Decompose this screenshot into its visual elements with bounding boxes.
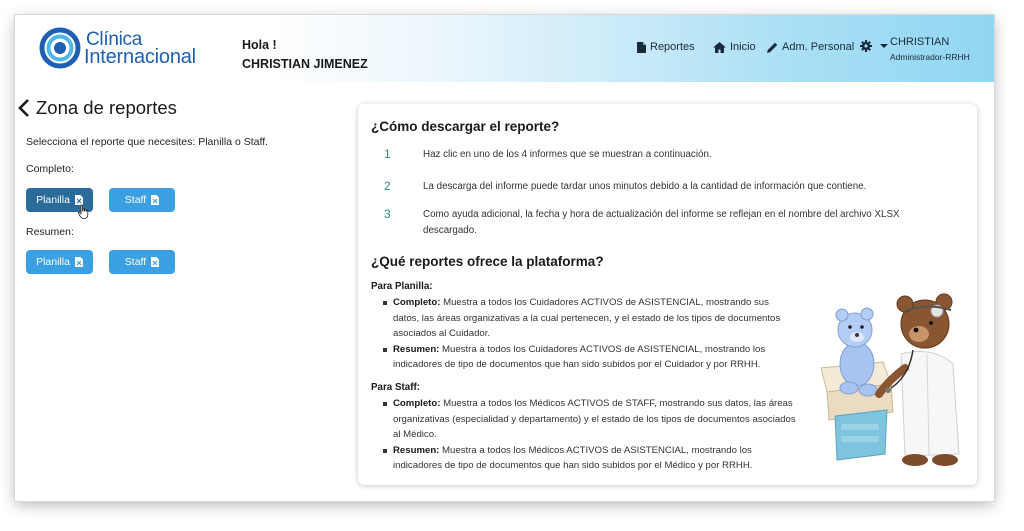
step-text: La descarga del informe puede tardar uno… xyxy=(423,181,867,192)
file-icon xyxy=(637,41,646,53)
chevron-down-icon xyxy=(880,44,888,48)
staff-list: Completo: Muestra a todos los Médicos AC… xyxy=(382,396,797,474)
step-number: 2 xyxy=(384,179,391,193)
completo-staff-button[interactable]: Staff xyxy=(109,188,175,212)
list-item: Completo: Muestra a todos los Cuidadores… xyxy=(382,295,797,342)
top-header: Clínica Internacional Hola ! CHRISTIAN J… xyxy=(15,15,994,82)
nav-reportes[interactable]: Reportes xyxy=(637,41,695,53)
item-label: Completo: xyxy=(393,398,441,409)
back-link[interactable]: Zona de reportes xyxy=(18,97,177,119)
page-title: Zona de reportes xyxy=(36,97,177,118)
item-label: Resumen: xyxy=(393,343,440,355)
reports-offered-heading: ¿Qué reportes ofrece la plataforma? xyxy=(371,254,604,269)
staff-section-title: Para Staff: xyxy=(371,382,420,393)
home-icon xyxy=(713,41,726,53)
logo-ring-icon xyxy=(39,27,81,69)
item-text: Muestra a todos los Cuidadores ACTIVOS d… xyxy=(393,343,766,371)
item-label: Resumen: xyxy=(393,444,440,456)
nav-reportes-label: Reportes xyxy=(650,41,695,53)
completo-planilla-label: Planilla xyxy=(36,194,70,206)
excel-file-icon xyxy=(151,195,160,205)
user-full-name: CHRISTIAN JIMENEZ xyxy=(242,57,368,71)
resumen-planilla-button[interactable]: Planilla xyxy=(26,250,93,274)
user-name[interactable]: CHRISTIAN xyxy=(890,36,949,48)
resumen-staff-label: Staff xyxy=(124,256,147,268)
info-card: ¿Cómo descargar el reporte? 1 Haz clic e… xyxy=(358,104,977,485)
page-subtitle: Selecciona el reporte que necesites: Pla… xyxy=(26,136,269,148)
step-item: 3 Como ayuda adicional, la fecha y hora … xyxy=(371,207,931,239)
nav-adm-personal-label: Adm. Personal xyxy=(782,41,855,53)
resumen-staff-button[interactable]: Staff xyxy=(109,250,175,274)
list-item: Completo: Muestra a todos los Médicos AC… xyxy=(382,396,797,443)
item-text: Muestra a todos los Médicos ACTIVOS de A… xyxy=(393,444,753,472)
completo-label: Completo: xyxy=(26,163,74,175)
clinica-internacional-logo[interactable]: Clínica Internacional xyxy=(39,24,209,74)
completo-staff-label: Staff xyxy=(124,194,147,206)
list-item: Resumen: Muestra a todos los Cuidadores … xyxy=(382,342,797,373)
step-text: Haz clic en uno de los 4 informes que se… xyxy=(423,149,712,160)
back-chevron-icon xyxy=(18,99,29,117)
logo-line2: Internacional xyxy=(84,46,196,68)
resumen-planilla-label: Planilla xyxy=(36,256,70,268)
nav-adm-personal[interactable]: Adm. Personal xyxy=(767,41,854,53)
settings-menu[interactable] xyxy=(860,40,892,52)
nav-inicio[interactable]: Inicio xyxy=(713,41,756,53)
hand-cursor-icon xyxy=(78,204,89,219)
item-text: Muestra a todos los Cuidadores ACTIVOS d… xyxy=(393,297,781,339)
pencil-icon xyxy=(767,42,778,53)
doctor-bear-illustration xyxy=(820,293,960,466)
greeting: Hola ! xyxy=(242,38,277,52)
step-item: 1 Haz clic en uno de los 4 informes que … xyxy=(371,147,931,163)
user-role: Administrador-RRHH xyxy=(890,52,970,62)
planilla-section-title: Para Planilla: xyxy=(371,281,433,292)
list-item: Resumen: Muestra a todos los Médicos ACT… xyxy=(382,443,797,474)
step-number: 1 xyxy=(384,147,391,161)
planilla-list: Completo: Muestra a todos los Cuidadores… xyxy=(382,295,797,373)
resumen-label: Resumen: xyxy=(26,226,74,238)
app-window: Clínica Internacional Hola ! CHRISTIAN J… xyxy=(15,15,994,501)
item-label: Completo: xyxy=(393,297,441,308)
gear-icon xyxy=(860,40,872,52)
step-number: 3 xyxy=(384,207,391,221)
item-text: Muestra a todos los Médicos ACTIVOS de S… xyxy=(393,398,796,440)
excel-file-icon xyxy=(74,257,83,267)
excel-file-icon xyxy=(151,257,160,267)
step-text: Como ayuda adicional, la fecha y hora de… xyxy=(423,209,900,236)
nav-inicio-label: Inicio xyxy=(730,41,756,53)
step-item: 2 La descarga del informe puede tardar u… xyxy=(371,179,931,195)
how-to-download-heading: ¿Cómo descargar el reporte? xyxy=(371,119,560,134)
